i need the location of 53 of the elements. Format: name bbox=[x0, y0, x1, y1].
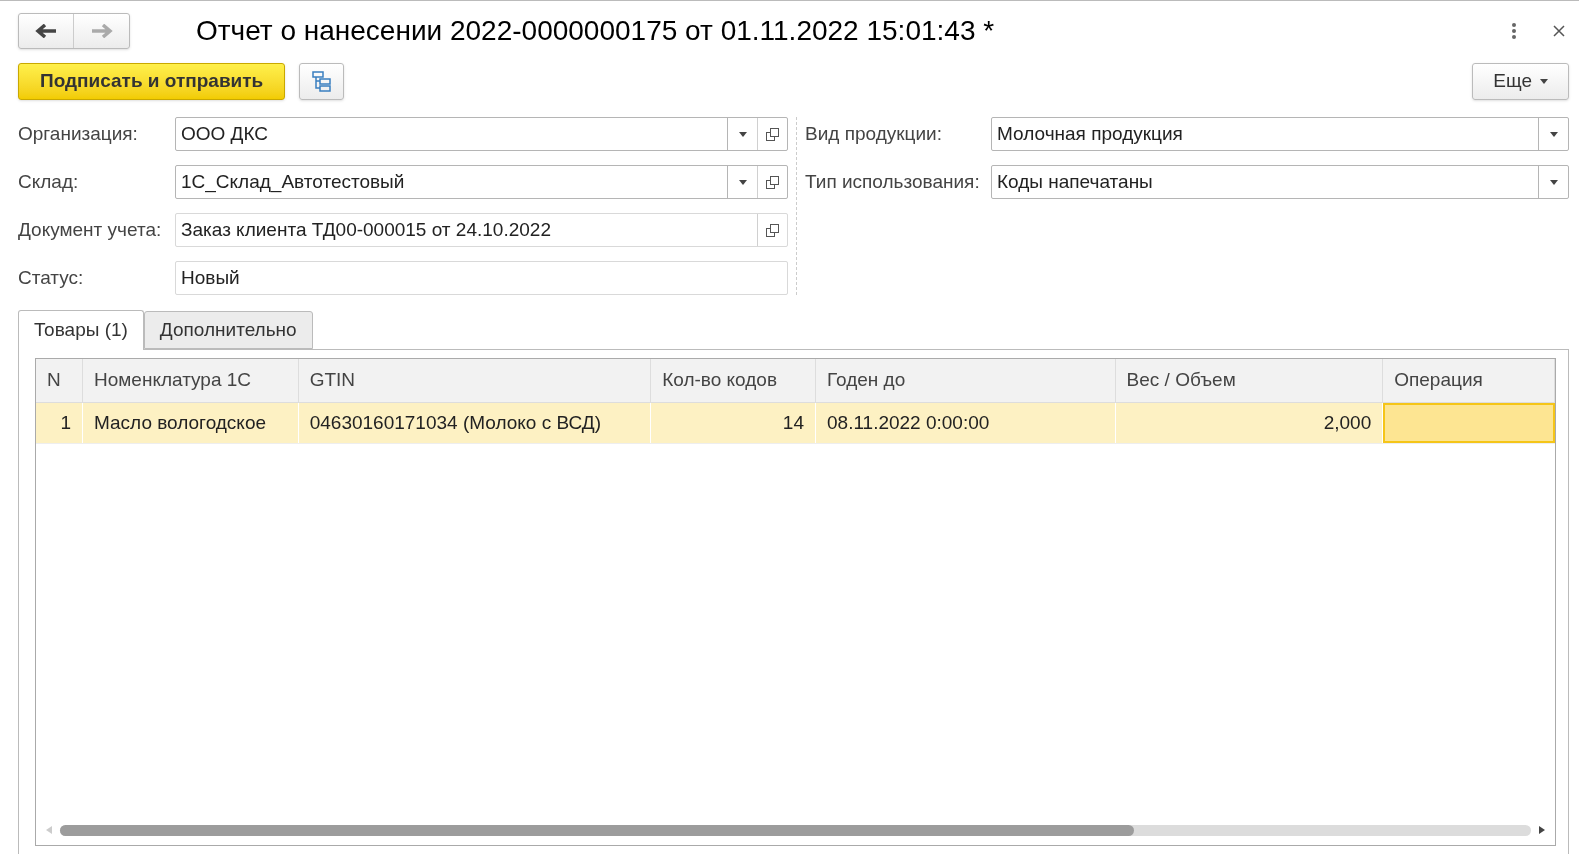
tab[interactable]: Дополнительно bbox=[143, 311, 313, 349]
field-value: Заказ клиента ТД00-000015 от 24.10.2022 bbox=[180, 217, 552, 242]
table-cell: Масло вологодское bbox=[82, 403, 299, 443]
structure-button[interactable] bbox=[299, 62, 345, 100]
field-value: 1С_Склад_Автотестовый bbox=[180, 169, 406, 195]
table-cell: 04630160171034 (Молоко с ВСД) bbox=[298, 403, 652, 443]
open-icon bbox=[766, 223, 779, 237]
more-button[interactable]: Еще bbox=[1472, 62, 1569, 100]
column-header[interactable]: Кол-во кодов bbox=[651, 359, 816, 402]
dropdown-icon bbox=[1540, 78, 1548, 84]
input-field[interactable]: Молочная продукция bbox=[991, 117, 1569, 151]
field-label: Тип использования: bbox=[805, 169, 981, 194]
field-label: Организация: bbox=[18, 121, 139, 146]
column-header[interactable]: N bbox=[36, 359, 83, 402]
dropdown-icon bbox=[738, 131, 747, 137]
dropdown-icon bbox=[738, 179, 747, 185]
horizontal-scrollbar[interactable] bbox=[46, 823, 1545, 837]
open-icon bbox=[766, 127, 779, 141]
left-arrow-icon bbox=[35, 24, 57, 38]
scroll-right-icon bbox=[1539, 826, 1545, 834]
table-cell: 1 bbox=[36, 403, 83, 443]
input-field[interactable]: ООО ДКС bbox=[175, 117, 788, 151]
input-field[interactable]: Новый bbox=[175, 261, 788, 295]
field-label: Склад: bbox=[18, 169, 80, 194]
input-field[interactable]: Коды напечатаны bbox=[991, 165, 1569, 199]
field-value: ООО ДКС bbox=[180, 121, 270, 146]
field-label: Вид продукции: bbox=[805, 121, 943, 146]
field-label: Статус: bbox=[18, 265, 85, 290]
column-header[interactable]: Годен до bbox=[816, 359, 1116, 402]
hierarchy-icon bbox=[310, 70, 333, 92]
close-icon[interactable] bbox=[1553, 25, 1565, 37]
scrollbar-thumb[interactable] bbox=[60, 824, 1134, 836]
input-field[interactable]: Заказ клиента ТД00-000015 от 24.10.2022 bbox=[175, 213, 788, 247]
dropdown-icon bbox=[1549, 131, 1558, 137]
column-header[interactable]: Операция bbox=[1383, 359, 1555, 402]
field-label: Документ учета: bbox=[18, 217, 163, 242]
field-value: Коды напечатаны bbox=[996, 169, 1154, 194]
table-row[interactable]: 1 Масло вологодское 04630160171034 (Молоко с ВСД) 14 08.11.2022 0:00:00 2,000 bbox=[36, 403, 1555, 444]
column-header[interactable]: GTIN bbox=[298, 359, 652, 402]
open-icon bbox=[766, 175, 779, 189]
scroll-left-icon bbox=[46, 826, 52, 834]
window-title: Отчет о нанесении 2022-0000000175 от 01.11.2022 15:01:43 * bbox=[196, 14, 995, 48]
right-arrow-icon bbox=[90, 24, 113, 38]
table-cell: 08.11.2022 0:00:00 bbox=[816, 403, 1116, 443]
table-cell: 14 bbox=[651, 403, 816, 443]
sign-and-send-button[interactable]: Подписать и отправить bbox=[18, 62, 286, 100]
column-header[interactable]: Номенклатура 1С bbox=[82, 359, 299, 402]
column-header[interactable]: Вес / Объем bbox=[1115, 359, 1384, 402]
tab[interactable]: Товары (1) bbox=[18, 310, 144, 350]
input-field[interactable]: 1С_Склад_Автотестовый bbox=[175, 165, 788, 199]
field-value: Молочная продукция bbox=[996, 121, 1184, 146]
more-vertical-icon[interactable] bbox=[1511, 22, 1517, 40]
dropdown-icon bbox=[1549, 179, 1558, 185]
